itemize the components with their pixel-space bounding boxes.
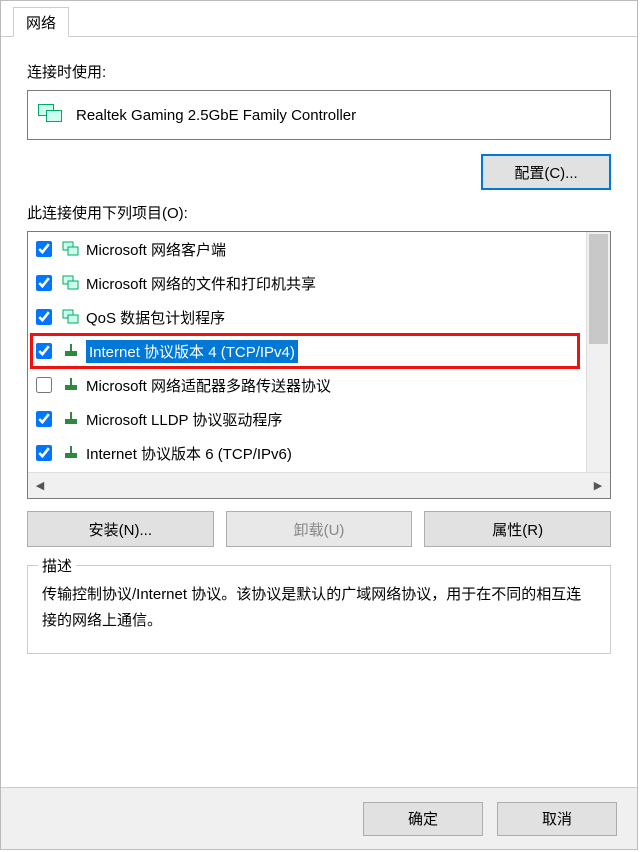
item-checkbox[interactable] bbox=[36, 343, 52, 359]
tab-network[interactable]: 网络 bbox=[13, 7, 69, 37]
dialog-footer: 确定 取消 bbox=[1, 787, 637, 849]
list-item[interactable]: Microsoft 网络适配器多路传送器协议 bbox=[28, 368, 610, 402]
dialog-content: 连接时使用: Realtek Gaming 2.5GbE Family Cont… bbox=[1, 37, 637, 654]
list-item[interactable]: Microsoft LLDP 协议驱动程序 bbox=[28, 402, 610, 436]
list-item[interactable]: Internet 协议版本 6 (TCP/IPv6) bbox=[28, 436, 610, 470]
tab-strip: 网络 bbox=[1, 1, 637, 37]
monitor-icon bbox=[62, 240, 80, 258]
uninstall-button: 卸载(U) bbox=[226, 511, 413, 547]
item-checkbox[interactable] bbox=[36, 241, 52, 257]
network-icon bbox=[62, 410, 80, 428]
network-icon bbox=[62, 444, 80, 462]
description-legend: 描述 bbox=[38, 555, 76, 576]
item-checkbox[interactable] bbox=[36, 377, 52, 393]
item-label: Internet 协议版本 4 (TCP/IPv4) bbox=[86, 340, 298, 363]
item-checkbox[interactable] bbox=[36, 445, 52, 461]
description-groupbox: 描述 传输控制协议/Internet 协议。该协议是默认的广域网络协议，用于在不… bbox=[27, 565, 611, 654]
scroll-right-icon[interactable]: ▶ bbox=[586, 473, 610, 498]
item-label: QoS 数据包计划程序 bbox=[86, 307, 225, 328]
vertical-scrollbar[interactable] bbox=[586, 232, 610, 472]
adapter-icon bbox=[38, 104, 64, 126]
items-listbox[interactable]: Microsoft 网络客户端 Microsoft 网络的文件和打印机共享 QoS … bbox=[27, 231, 611, 499]
horizontal-scrollbar[interactable]: ◀ ▶ bbox=[28, 472, 610, 498]
list-item[interactable]: Microsoft 网络客户端 bbox=[28, 232, 610, 266]
monitor-icon bbox=[62, 274, 80, 292]
item-label: Microsoft 网络适配器多路传送器协议 bbox=[86, 375, 331, 396]
network-icon bbox=[62, 376, 80, 394]
list-item[interactable]: Microsoft 网络的文件和打印机共享 bbox=[28, 266, 610, 300]
list-item[interactable]: QoS 数据包计划程序 bbox=[28, 300, 610, 334]
item-checkbox[interactable] bbox=[36, 275, 52, 291]
item-checkbox[interactable] bbox=[36, 309, 52, 325]
item-label: Internet 协议版本 6 (TCP/IPv6) bbox=[86, 443, 292, 464]
list-item[interactable]: Internet 协议版本 4 (TCP/IPv4) bbox=[28, 334, 610, 368]
scroll-left-icon[interactable]: ◀ bbox=[28, 473, 52, 498]
monitor-icon bbox=[62, 308, 80, 326]
adapter-name: Realtek Gaming 2.5GbE Family Controller bbox=[76, 107, 356, 124]
install-button[interactable]: 安装(N)... bbox=[27, 511, 214, 547]
cancel-button[interactable]: 取消 bbox=[497, 802, 617, 836]
item-label: Microsoft 网络的文件和打印机共享 bbox=[86, 273, 316, 294]
ok-button[interactable]: 确定 bbox=[363, 802, 483, 836]
connect-using-label: 连接时使用: bbox=[27, 61, 611, 82]
network-icon bbox=[62, 342, 80, 360]
item-label: Microsoft 网络客户端 bbox=[86, 239, 226, 260]
items-label: 此连接使用下列项目(O): bbox=[27, 202, 611, 223]
configure-button[interactable]: 配置(C)... bbox=[481, 154, 611, 190]
item-checkbox[interactable] bbox=[36, 411, 52, 427]
adapter-box[interactable]: Realtek Gaming 2.5GbE Family Controller bbox=[27, 90, 611, 140]
properties-button[interactable]: 属性(R) bbox=[424, 511, 611, 547]
description-text: 传输控制协议/Internet 协议。该协议是默认的广域网络协议，用于在不同的相… bbox=[42, 582, 596, 633]
properties-dialog: 网络 连接时使用: Realtek Gaming 2.5GbE Family C… bbox=[0, 0, 638, 850]
item-label: Microsoft LLDP 协议驱动程序 bbox=[86, 409, 282, 430]
